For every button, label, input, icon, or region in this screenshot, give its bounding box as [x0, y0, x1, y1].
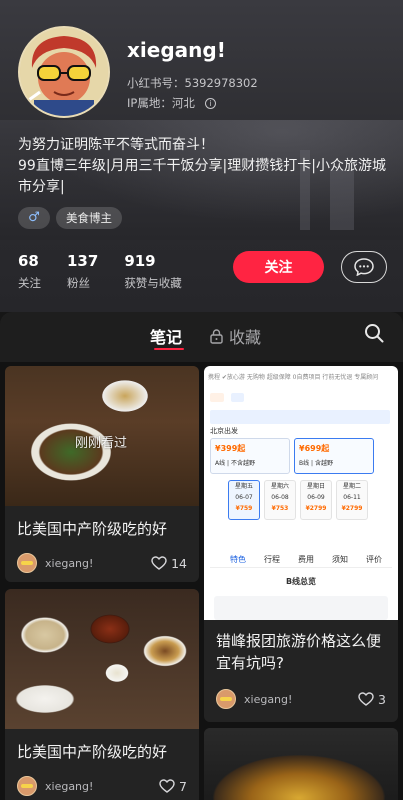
note-title: 比美国中产阶级吃的好 — [17, 743, 168, 761]
author-avatar — [17, 553, 37, 573]
stat-likes-label: 获赞与收藏 — [124, 276, 182, 290]
shot-date-cell: 星期六 06-08 ¥753 — [264, 480, 296, 520]
avatar[interactable] — [18, 26, 110, 118]
note-cover-image: 刚刚看过 — [5, 366, 199, 506]
author-name: xiegang! — [45, 779, 94, 793]
like-counter[interactable]: 14 — [151, 556, 187, 571]
shot-tab: 行程 — [264, 555, 280, 564]
shot-option-name: B线 | 含越野 — [299, 460, 333, 467]
bio-line-1: 为努力证明陈平不等式而奋斗！ — [18, 137, 214, 153]
content-tabs: 笔记 收藏 — [0, 312, 403, 362]
shot-date-date: 06-09 — [307, 494, 325, 501]
like-count: 7 — [179, 778, 187, 794]
tab-favorites[interactable]: 收藏 — [210, 324, 261, 348]
stat-likes[interactable]: 919 获赞与收藏 — [124, 252, 182, 291]
shot-date-cell: 星期日 06-09 ¥2799 — [300, 480, 332, 520]
shot-date-price: ¥759 — [235, 505, 253, 512]
shot-chip — [230, 393, 245, 402]
category-tag: 美食博主 — [56, 207, 122, 229]
redbook-id: 小红书号：5392978302 — [127, 76, 258, 90]
shot-chip — [210, 393, 224, 402]
shot-date-date: 06-07 — [235, 494, 253, 501]
shot-tab: 评价 — [366, 555, 382, 564]
author-name: xiegang! — [244, 692, 293, 706]
note-title: 错峰报团旅游价格这么便宜有坑吗? — [216, 632, 382, 672]
shot-top-banner: 携程 ✔放心游 无购物 超级保障 0自费项目 行前无忧退 专属顾问 — [208, 374, 379, 381]
note-footer: xiegang! 7 — [17, 775, 187, 797]
shot-option-price: ¥699起 — [299, 444, 330, 453]
heart-icon — [159, 779, 175, 793]
stat-following-label: 关注 — [18, 276, 41, 290]
author-avatar — [216, 689, 236, 709]
shot-tab: 特色 — [230, 555, 246, 564]
search-icon[interactable] — [364, 323, 384, 343]
shot-depart: 北京出发 — [210, 427, 238, 435]
shot-date-day: 星期二 — [342, 483, 361, 490]
stat-fans[interactable]: 137 粉丝 — [67, 252, 98, 291]
stat-following-value: 68 — [18, 252, 39, 270]
notes-feed: 刚刚看过 比美国中产阶级吃的好 xiegang! 14 比美国中产阶级吃的好 x… — [0, 362, 403, 800]
shot-option-price: ¥399起 — [215, 444, 246, 453]
note-card[interactable] — [204, 728, 398, 800]
note-card[interactable]: 携程 ✔放心游 无购物 超级保障 0自费项目 行前无忧退 专属顾问 北京出发 ¥… — [204, 366, 398, 722]
stat-following[interactable]: 68 关注 — [18, 252, 41, 291]
recently-viewed-overlay: 刚刚看过 — [75, 436, 128, 451]
shot-badges — [210, 384, 392, 402]
shot-option-a: ¥399起 A线 | 不含越野 — [210, 438, 290, 474]
like-counter[interactable]: 3 — [358, 692, 386, 707]
shot-date-cell: 星期二 06-11 ¥2799 — [336, 480, 368, 520]
username: xiegang! — [127, 38, 226, 62]
lock-icon — [210, 328, 223, 344]
shot-date-day: 星期六 — [270, 483, 289, 490]
shot-date-cell: 星期五 06-07 ¥759 — [228, 480, 260, 520]
active-tab-indicator — [154, 348, 184, 350]
note-cover-image: 携程 ✔放心游 无购物 超级保障 0自费项目 行前无忧退 专属顾问 北京出发 ¥… — [204, 366, 398, 620]
note-card[interactable]: 比美国中产阶级吃的好 xiegang! 7 — [5, 589, 199, 800]
shot-subtitle: B线总览 — [285, 577, 317, 586]
shot-date-day: 星期五 — [234, 483, 253, 490]
tab-favorites-label: 收藏 — [229, 328, 262, 347]
follow-button[interactable]: 关注 — [233, 251, 324, 283]
bio-line-2: 99直博三年级|月用三千干饭分享|理财攒钱打卡|小众旅游城市分享| — [18, 158, 386, 195]
shot-option-b: ¥699起 B线 | 含越野 — [294, 438, 374, 474]
shot-date-price: ¥2799 — [305, 505, 327, 512]
author-avatar — [17, 776, 37, 796]
shot-nav-strip — [210, 410, 390, 424]
note-card[interactable]: 刚刚看过 比美国中产阶级吃的好 xiegang! 14 — [5, 366, 199, 582]
author-name: xiegang! — [45, 556, 94, 570]
note-footer: xiegang! 3 — [216, 688, 386, 710]
heart-icon — [358, 692, 374, 706]
gender-tag: ♂ — [18, 207, 50, 229]
profile-header: xiegang! 小红书号：5392978302 IP属地：河北 i 为努力证明… — [0, 0, 403, 312]
tab-notes[interactable]: 笔记 — [150, 324, 182, 348]
note-cover-image — [204, 728, 398, 800]
info-icon[interactable]: i — [204, 97, 216, 109]
stat-fans-value: 137 — [67, 252, 99, 270]
ip-location: IP属地：河北 i — [127, 95, 216, 111]
note-title: 比美国中产阶级吃的好 — [17, 520, 168, 538]
chat-bubble-icon — [354, 258, 374, 276]
shot-date-date: 06-11 — [343, 494, 361, 501]
shot-tab: 须知 — [332, 555, 348, 564]
heart-icon — [151, 556, 167, 570]
shot-date-date: 06-08 — [271, 494, 289, 501]
like-counter[interactable]: 7 — [159, 779, 187, 794]
shot-option-name: A线 | 不含越野 — [215, 460, 255, 467]
shot-date-day: 星期日 — [306, 483, 325, 490]
stat-fans-label: 粉丝 — [67, 276, 90, 290]
stat-likes-value: 919 — [124, 252, 156, 270]
profile-stats: 68 关注 137 粉丝 919 获赞与收藏 — [18, 252, 208, 291]
shot-content-box — [214, 596, 388, 620]
shot-date-price: ¥2799 — [341, 505, 363, 512]
like-count: 3 — [378, 691, 386, 707]
ip-location-label: IP属地：河北 — [127, 96, 195, 110]
shot-tab-bar: 特色 行程 费用 须知 评价 — [210, 552, 392, 568]
note-cover-image — [5, 589, 199, 729]
note-footer: xiegang! 14 — [17, 552, 187, 574]
profile-tags: ♂ 美食博主 — [18, 207, 122, 229]
message-button[interactable] — [341, 251, 387, 283]
shot-date-price: ¥753 — [271, 505, 289, 512]
like-count: 14 — [171, 555, 187, 571]
shot-tab: 费用 — [298, 555, 314, 564]
